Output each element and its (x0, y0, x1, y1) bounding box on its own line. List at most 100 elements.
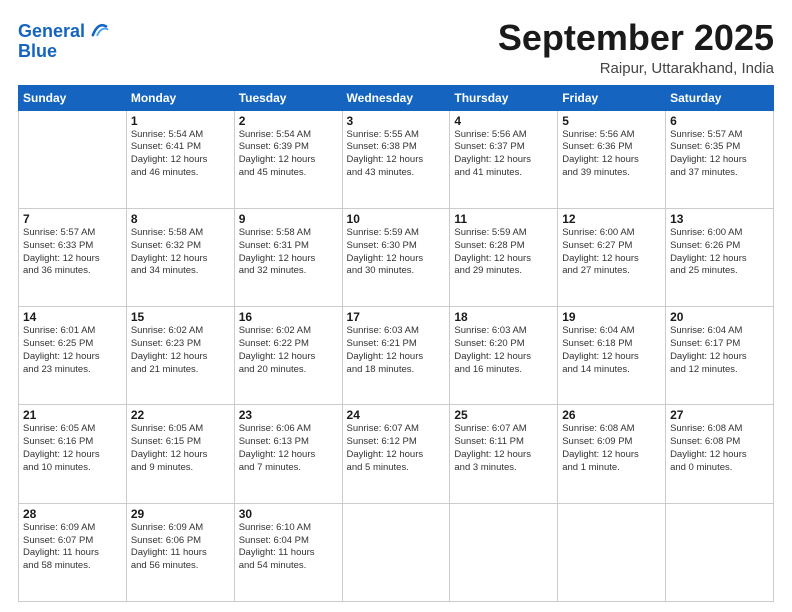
location-subtitle: Raipur, Uttarakhand, India (498, 60, 774, 77)
cell-info: Sunrise: 6:02 AMSunset: 6:23 PMDaylight:… (131, 325, 230, 376)
cell-info: Sunrise: 6:05 AMSunset: 6:15 PMDaylight:… (131, 423, 230, 474)
cell-info: Sunrise: 6:00 AMSunset: 6:26 PMDaylight:… (670, 227, 769, 278)
week-row-3: 14Sunrise: 6:01 AMSunset: 6:25 PMDayligh… (19, 307, 774, 405)
weekday-header-monday: Monday (126, 85, 234, 110)
calendar-cell: 18Sunrise: 6:03 AMSunset: 6:20 PMDayligh… (450, 307, 558, 405)
cell-day-number: 25 (454, 408, 553, 422)
calendar-cell: 27Sunrise: 6:08 AMSunset: 6:08 PMDayligh… (666, 405, 774, 503)
calendar-cell: 1Sunrise: 5:54 AMSunset: 6:41 PMDaylight… (126, 110, 234, 208)
calendar-cell: 26Sunrise: 6:08 AMSunset: 6:09 PMDayligh… (558, 405, 666, 503)
weekday-header-sunday: Sunday (19, 85, 127, 110)
cell-info: Sunrise: 6:01 AMSunset: 6:25 PMDaylight:… (23, 325, 122, 376)
calendar-cell: 6Sunrise: 5:57 AMSunset: 6:35 PMDaylight… (666, 110, 774, 208)
calendar-cell: 7Sunrise: 5:57 AMSunset: 6:33 PMDaylight… (19, 208, 127, 306)
cell-day-number: 21 (23, 408, 122, 422)
calendar-cell: 10Sunrise: 5:59 AMSunset: 6:30 PMDayligh… (342, 208, 450, 306)
cell-day-number: 11 (454, 212, 553, 226)
calendar-page: General Blue September 2025 Raipur, Utta… (0, 0, 792, 612)
month-title: September 2025 (498, 18, 774, 58)
weekday-header-friday: Friday (558, 85, 666, 110)
cell-day-number: 15 (131, 310, 230, 324)
calendar-cell: 23Sunrise: 6:06 AMSunset: 6:13 PMDayligh… (234, 405, 342, 503)
calendar-cell: 29Sunrise: 6:09 AMSunset: 6:06 PMDayligh… (126, 503, 234, 601)
cell-info: Sunrise: 5:57 AMSunset: 6:33 PMDaylight:… (23, 227, 122, 278)
weekday-header-row: SundayMondayTuesdayWednesdayThursdayFrid… (19, 85, 774, 110)
calendar-cell: 4Sunrise: 5:56 AMSunset: 6:37 PMDaylight… (450, 110, 558, 208)
calendar-cell: 28Sunrise: 6:09 AMSunset: 6:07 PMDayligh… (19, 503, 127, 601)
calendar-cell: 25Sunrise: 6:07 AMSunset: 6:11 PMDayligh… (450, 405, 558, 503)
cell-info: Sunrise: 5:57 AMSunset: 6:35 PMDaylight:… (670, 129, 769, 180)
cell-info: Sunrise: 5:59 AMSunset: 6:30 PMDaylight:… (347, 227, 446, 278)
cell-info: Sunrise: 6:03 AMSunset: 6:20 PMDaylight:… (454, 325, 553, 376)
cell-day-number: 7 (23, 212, 122, 226)
cell-day-number: 23 (239, 408, 338, 422)
cell-info: Sunrise: 5:58 AMSunset: 6:32 PMDaylight:… (131, 227, 230, 278)
calendar-cell (558, 503, 666, 601)
cell-info: Sunrise: 6:03 AMSunset: 6:21 PMDaylight:… (347, 325, 446, 376)
calendar-cell: 3Sunrise: 5:55 AMSunset: 6:38 PMDaylight… (342, 110, 450, 208)
calendar-cell: 5Sunrise: 5:56 AMSunset: 6:36 PMDaylight… (558, 110, 666, 208)
week-row-5: 28Sunrise: 6:09 AMSunset: 6:07 PMDayligh… (19, 503, 774, 601)
cell-info: Sunrise: 6:04 AMSunset: 6:17 PMDaylight:… (670, 325, 769, 376)
calendar-cell: 22Sunrise: 6:05 AMSunset: 6:15 PMDayligh… (126, 405, 234, 503)
cell-info: Sunrise: 6:05 AMSunset: 6:16 PMDaylight:… (23, 423, 122, 474)
cell-day-number: 13 (670, 212, 769, 226)
calendar-cell: 13Sunrise: 6:00 AMSunset: 6:26 PMDayligh… (666, 208, 774, 306)
calendar-cell: 15Sunrise: 6:02 AMSunset: 6:23 PMDayligh… (126, 307, 234, 405)
calendar-cell: 21Sunrise: 6:05 AMSunset: 6:16 PMDayligh… (19, 405, 127, 503)
calendar-cell: 9Sunrise: 5:58 AMSunset: 6:31 PMDaylight… (234, 208, 342, 306)
cell-day-number: 8 (131, 212, 230, 226)
weekday-header-tuesday: Tuesday (234, 85, 342, 110)
calendar-cell: 11Sunrise: 5:59 AMSunset: 6:28 PMDayligh… (450, 208, 558, 306)
cell-day-number: 2 (239, 114, 338, 128)
cell-info: Sunrise: 6:09 AMSunset: 6:06 PMDaylight:… (131, 522, 230, 573)
calendar-cell: 12Sunrise: 6:00 AMSunset: 6:27 PMDayligh… (558, 208, 666, 306)
cell-day-number: 27 (670, 408, 769, 422)
cell-day-number: 19 (562, 310, 661, 324)
cell-info: Sunrise: 6:04 AMSunset: 6:18 PMDaylight:… (562, 325, 661, 376)
cell-day-number: 6 (670, 114, 769, 128)
cell-info: Sunrise: 6:10 AMSunset: 6:04 PMDaylight:… (239, 522, 338, 573)
cell-info: Sunrise: 6:02 AMSunset: 6:22 PMDaylight:… (239, 325, 338, 376)
cell-day-number: 24 (347, 408, 446, 422)
cell-day-number: 30 (239, 507, 338, 521)
logo-blue: Blue (18, 42, 109, 62)
title-block: September 2025 Raipur, Uttarakhand, Indi… (498, 18, 774, 77)
weekday-header-saturday: Saturday (666, 85, 774, 110)
logo-icon (87, 19, 109, 41)
cell-info: Sunrise: 6:07 AMSunset: 6:11 PMDaylight:… (454, 423, 553, 474)
cell-day-number: 4 (454, 114, 553, 128)
cell-day-number: 20 (670, 310, 769, 324)
week-row-1: 1Sunrise: 5:54 AMSunset: 6:41 PMDaylight… (19, 110, 774, 208)
calendar-cell: 8Sunrise: 5:58 AMSunset: 6:32 PMDaylight… (126, 208, 234, 306)
logo-text: General (18, 22, 85, 42)
cell-day-number: 18 (454, 310, 553, 324)
calendar-table: SundayMondayTuesdayWednesdayThursdayFrid… (18, 85, 774, 602)
cell-info: Sunrise: 6:07 AMSunset: 6:12 PMDaylight:… (347, 423, 446, 474)
calendar-cell: 17Sunrise: 6:03 AMSunset: 6:21 PMDayligh… (342, 307, 450, 405)
week-row-4: 21Sunrise: 6:05 AMSunset: 6:16 PMDayligh… (19, 405, 774, 503)
cell-day-number: 29 (131, 507, 230, 521)
calendar-cell: 14Sunrise: 6:01 AMSunset: 6:25 PMDayligh… (19, 307, 127, 405)
cell-info: Sunrise: 6:08 AMSunset: 6:08 PMDaylight:… (670, 423, 769, 474)
cell-info: Sunrise: 5:59 AMSunset: 6:28 PMDaylight:… (454, 227, 553, 278)
cell-day-number: 22 (131, 408, 230, 422)
cell-info: Sunrise: 5:55 AMSunset: 6:38 PMDaylight:… (347, 129, 446, 180)
cell-info: Sunrise: 6:09 AMSunset: 6:07 PMDaylight:… (23, 522, 122, 573)
calendar-cell: 20Sunrise: 6:04 AMSunset: 6:17 PMDayligh… (666, 307, 774, 405)
cell-day-number: 10 (347, 212, 446, 226)
calendar-cell: 30Sunrise: 6:10 AMSunset: 6:04 PMDayligh… (234, 503, 342, 601)
calendar-cell (19, 110, 127, 208)
cell-day-number: 16 (239, 310, 338, 324)
calendar-cell: 19Sunrise: 6:04 AMSunset: 6:18 PMDayligh… (558, 307, 666, 405)
calendar-cell: 2Sunrise: 5:54 AMSunset: 6:39 PMDaylight… (234, 110, 342, 208)
cell-info: Sunrise: 5:54 AMSunset: 6:39 PMDaylight:… (239, 129, 338, 180)
logo: General Blue (18, 22, 109, 62)
header: General Blue September 2025 Raipur, Utta… (18, 18, 774, 77)
cell-info: Sunrise: 6:06 AMSunset: 6:13 PMDaylight:… (239, 423, 338, 474)
cell-day-number: 17 (347, 310, 446, 324)
cell-day-number: 28 (23, 507, 122, 521)
cell-day-number: 14 (23, 310, 122, 324)
cell-info: Sunrise: 6:00 AMSunset: 6:27 PMDaylight:… (562, 227, 661, 278)
cell-info: Sunrise: 5:58 AMSunset: 6:31 PMDaylight:… (239, 227, 338, 278)
